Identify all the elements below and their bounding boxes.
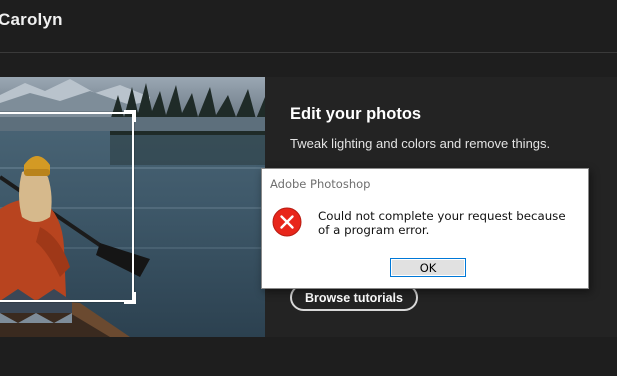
- crop-handle-top-right: [124, 110, 136, 122]
- dialog-message: Could not complete your request because …: [318, 209, 566, 237]
- error-icon: [272, 207, 302, 237]
- dialog-title: Adobe Photoshop: [270, 177, 371, 191]
- app-header: Carolyn: [0, 0, 617, 53]
- card-description: Tweak lighting and colors and remove thi…: [290, 136, 551, 151]
- ok-button[interactable]: OK: [390, 258, 466, 277]
- crop-handle-bottom-right: [124, 292, 136, 304]
- crop-frame: [0, 110, 136, 304]
- user-greeting: Carolyn: [0, 10, 63, 29]
- tutorial-photo: [0, 77, 265, 337]
- card-title: Edit your photos: [290, 105, 422, 123]
- error-dialog: Adobe Photoshop Could not complete your …: [261, 168, 589, 289]
